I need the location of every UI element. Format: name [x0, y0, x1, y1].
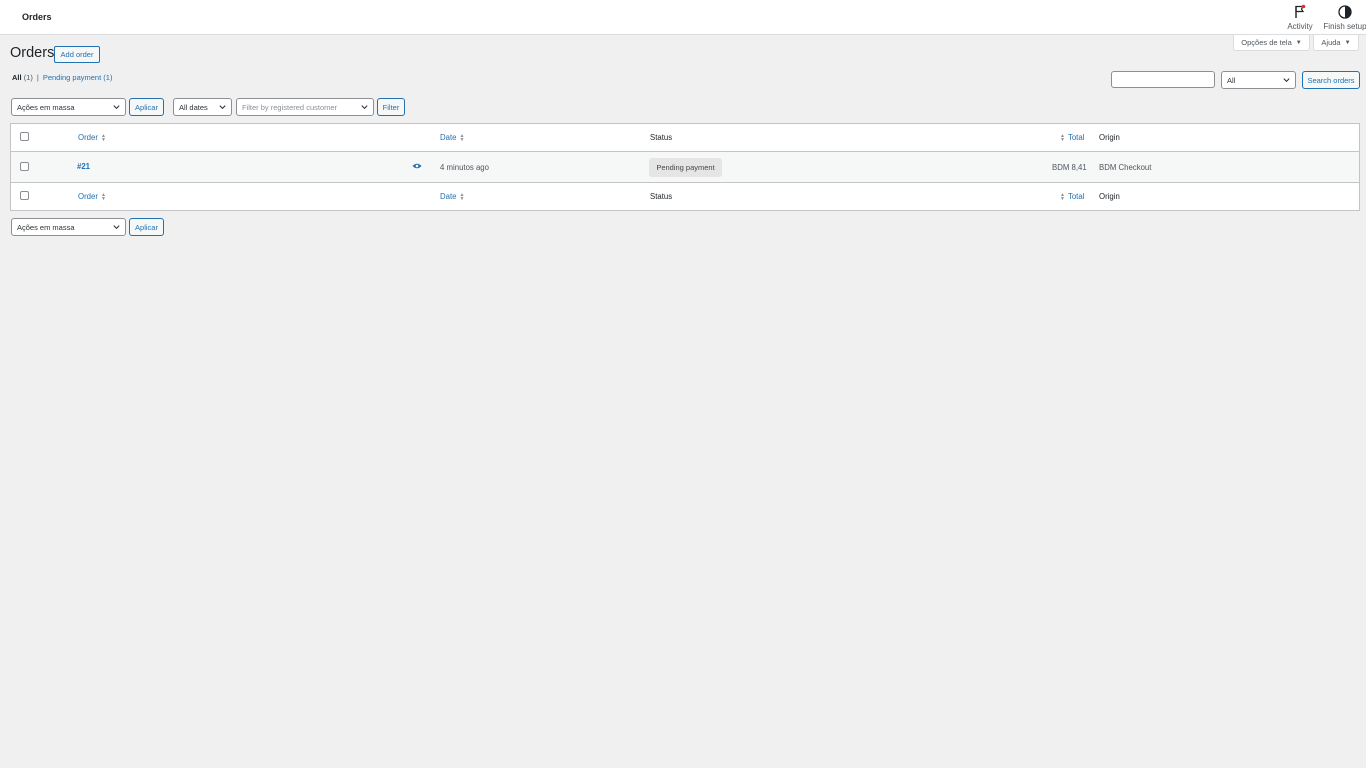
eye-preview-icon[interactable]	[412, 163, 422, 169]
view-all-link[interactable]: All (1)	[12, 73, 33, 82]
header-title: Orders	[22, 12, 52, 22]
apply-button-top[interactable]: Aplicar	[129, 98, 164, 116]
chevron-down-icon	[219, 105, 226, 110]
activity-label: Activity	[1287, 22, 1313, 31]
column-header-status: Status	[650, 133, 673, 142]
sort-icon: ▲ ▼	[1060, 191, 1065, 202]
sort-icon: ▲ ▼	[1060, 132, 1065, 143]
orders-table: Order ▲ ▼ Date ▲ ▼ Status ▲ ▼ Total Origin …	[10, 123, 1360, 211]
activity-button[interactable]: Activity	[1282, 4, 1318, 31]
screen-options-toggle[interactable]: Opções de tela ▼	[1233, 35, 1310, 51]
order-total: BDM 8,41	[1052, 163, 1087, 172]
sort-icon: ▲ ▼	[459, 191, 465, 202]
chevron-down-icon	[113, 105, 120, 110]
order-date: 4 minutos ago	[440, 163, 489, 172]
help-label: Ajuda	[1321, 38, 1341, 47]
column-footer-status: Status	[650, 192, 673, 201]
flag-icon	[1295, 4, 1306, 18]
add-order-button[interactable]: Add order	[54, 46, 100, 63]
help-toggle[interactable]: Ajuda ▼	[1313, 35, 1359, 51]
status-views: All (1) | Pending payment (1)	[12, 73, 112, 82]
caret-down-icon: ▼	[1344, 39, 1351, 46]
screen-options-label: Opções de tela	[1241, 38, 1292, 47]
column-footer-date[interactable]: Date ▲ ▼	[440, 192, 464, 201]
finish-setup-button[interactable]: Finish setup	[1322, 4, 1366, 31]
column-header-date[interactable]: Date ▲ ▼	[440, 133, 464, 142]
chevron-down-icon	[1283, 78, 1290, 83]
sort-icon: ▲ ▼	[100, 132, 106, 143]
dates-filter-select[interactable]: All dates	[173, 98, 232, 116]
column-header-total[interactable]: ▲ ▼ Total	[1060, 133, 1084, 142]
bulk-actions-select-top[interactable]: Ações em massa	[11, 98, 126, 116]
status-badge: Pending payment	[649, 158, 722, 177]
column-footer-total[interactable]: ▲ ▼ Total	[1060, 192, 1084, 201]
table-footer-row: Order ▲ ▼ Date ▲ ▼ Status ▲ ▼ Total Origin	[11, 183, 1359, 211]
search-status-select[interactable]: All	[1221, 71, 1296, 89]
table-header-row: Order ▲ ▼ Date ▲ ▼ Status ▲ ▼ Total Origin	[11, 124, 1359, 152]
select-all-checkbox[interactable]	[20, 132, 29, 141]
finish-setup-label: Finish setup	[1323, 22, 1366, 31]
column-header-origin: Origin	[1099, 133, 1120, 142]
apply-button-bottom[interactable]: Aplicar	[129, 218, 164, 236]
filter-button[interactable]: Filter	[377, 98, 405, 116]
view-pending-payment-link[interactable]: Pending payment (1)	[43, 73, 113, 82]
view-separator: |	[36, 73, 39, 82]
chevron-down-icon	[113, 225, 120, 230]
column-footer-order[interactable]: Order ▲ ▼	[78, 192, 106, 201]
top-header-bar: Orders Activity Finish setup	[0, 0, 1366, 35]
sort-icon: ▲ ▼	[100, 191, 106, 202]
column-footer-origin: Origin	[1099, 192, 1120, 201]
customer-filter-select[interactable]: Filter by registered customer	[236, 98, 374, 116]
search-orders-input[interactable]	[1111, 71, 1215, 88]
row-checkbox[interactable]	[20, 162, 29, 171]
bulk-actions-select-bottom[interactable]: Ações em massa	[11, 218, 126, 236]
chevron-down-icon	[361, 105, 368, 110]
caret-down-icon: ▼	[1295, 39, 1302, 46]
table-row[interactable]: #21 4 minutos ago Pending payment BDM 8,…	[11, 152, 1359, 183]
half-circle-progress-icon	[1338, 5, 1352, 19]
column-header-order[interactable]: Order ▲ ▼	[78, 133, 106, 142]
sort-icon: ▲ ▼	[459, 132, 465, 143]
order-link[interactable]: #21	[77, 162, 90, 171]
order-origin: BDM Checkout	[1099, 163, 1152, 172]
page-title: Orders	[10, 45, 55, 61]
select-all-checkbox-footer[interactable]	[20, 191, 29, 200]
search-orders-button[interactable]: Search orders	[1302, 71, 1360, 89]
